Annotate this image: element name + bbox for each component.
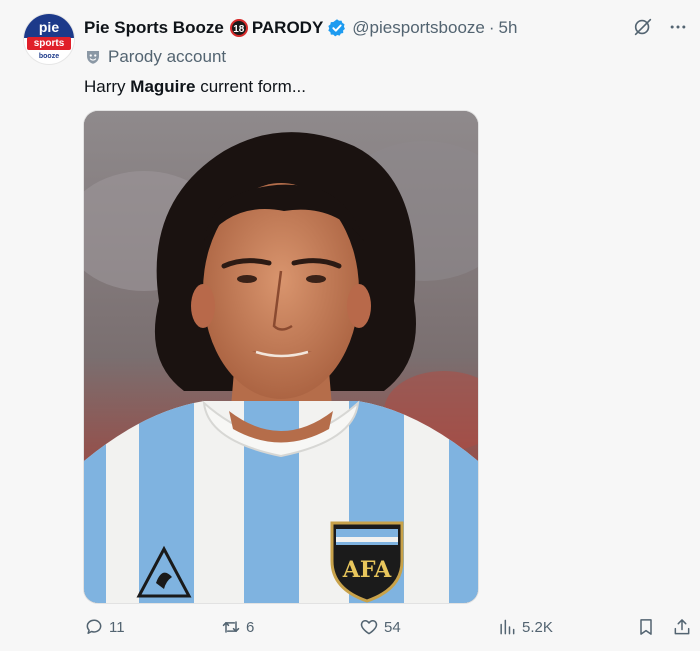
display-name[interactable]: Pie Sports Booze — [84, 18, 224, 38]
avatar-text-mid: sports — [27, 37, 71, 50]
reply-icon — [86, 619, 102, 634]
separator-dot: · — [488, 18, 495, 37]
parody-account-line: Parody account — [84, 46, 226, 68]
tweet-header: Pie Sports Booze 18 PARODY @piesportsboo… — [84, 16, 517, 40]
tweet-text-start: Harry — [84, 77, 131, 96]
views-count: 5.2K — [522, 618, 553, 636]
more-options-icon[interactable] — [668, 17, 688, 37]
verified-badge-icon[interactable] — [327, 18, 347, 38]
author-handle[interactable]: @piesportsbooze — [352, 18, 485, 38]
tweet-actions-bar: 11 6 54 5.2K — [0, 612, 700, 642]
reply-button[interactable]: 11 — [84, 612, 125, 642]
tweet-photo[interactable]: AFA — [84, 111, 478, 603]
bookmark-button[interactable] — [636, 612, 661, 642]
tweet-text-bold: Maguire — [130, 77, 196, 96]
repost-count: 6 — [246, 618, 255, 636]
views-button[interactable]: 5.2K — [497, 612, 553, 642]
reply-count: 11 — [109, 618, 125, 636]
like-button[interactable]: 54 — [359, 612, 401, 642]
like-count: 54 — [384, 618, 401, 636]
bookmark-icon — [640, 619, 652, 635]
age-restriction-badge: 18 — [229, 19, 248, 37]
tweet-text: Harry Maguire current form... — [84, 76, 306, 98]
heart-icon — [360, 620, 378, 635]
share-icon — [674, 619, 690, 635]
repost-button[interactable]: 6 — [221, 612, 254, 642]
avatar-text-bottom: booze — [38, 53, 60, 60]
post-time[interactable]: 5h — [499, 18, 518, 38]
parody-tag: PARODY — [251, 18, 324, 37]
parody-mask-icon — [87, 51, 99, 64]
tweet-text-end: current form... — [195, 77, 306, 96]
crest-text: AFA — [342, 557, 392, 583]
footballer-photo-image: AFA — [84, 111, 478, 603]
grok-icon[interactable] — [632, 16, 654, 38]
views-chart-icon — [500, 619, 515, 635]
repost-icon — [222, 621, 240, 633]
tweet-top-actions — [632, 16, 688, 38]
tweet[interactable]: pie sports booze Pie Sports Booze 18 PAR… — [0, 0, 700, 651]
share-button[interactable] — [672, 612, 697, 642]
parody-account-label: Parody account — [108, 47, 227, 66]
avatar-text-top: pie — [24, 14, 74, 38]
author-avatar[interactable]: pie sports booze — [24, 14, 74, 64]
